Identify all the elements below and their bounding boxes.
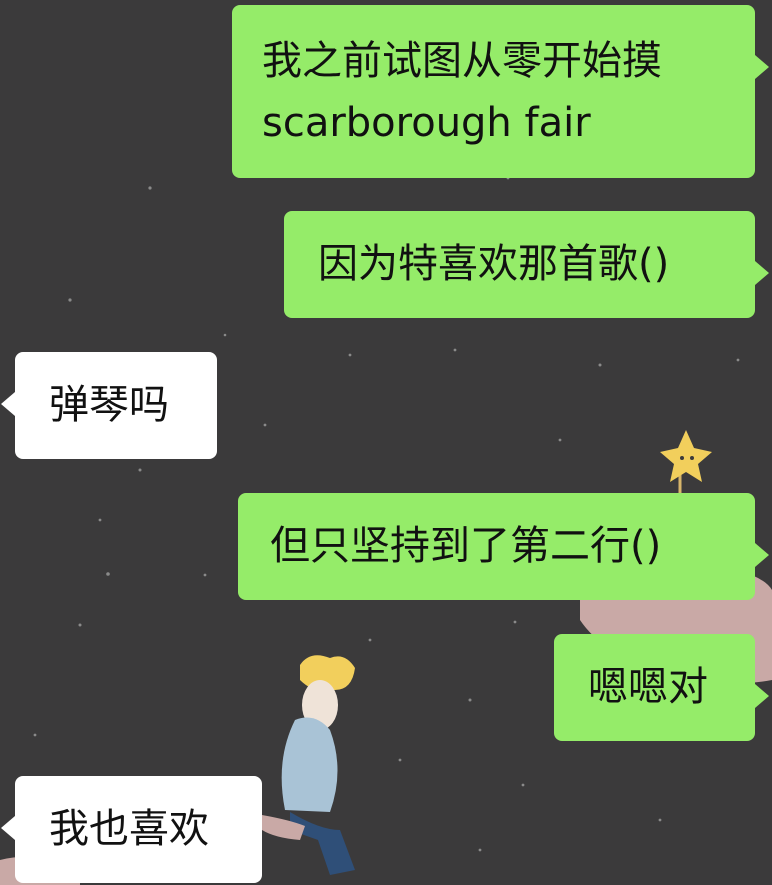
- message-text: 嗯嗯对: [588, 664, 708, 710]
- message-bubble-sent[interactable]: 因为特喜欢那首歌(): [284, 211, 769, 318]
- message-text-line: scarborough fair: [262, 100, 591, 146]
- message-text: 弹琴吗: [49, 382, 169, 428]
- message-text: 但只坚持到了第二行(): [270, 523, 662, 569]
- message-bubble-sent[interactable]: 但只坚持到了第二行(): [238, 493, 769, 600]
- message-bubble-received[interactable]: 我也喜欢: [1, 776, 262, 883]
- message-text: 因为特喜欢那首歌(): [318, 241, 670, 287]
- message-text-line: 我之前试图从零开始摸: [262, 38, 662, 84]
- message-bubble-sent[interactable]: 嗯嗯对: [554, 634, 769, 741]
- message-text: 我也喜欢: [49, 806, 209, 852]
- message-bubble-received[interactable]: 弹琴吗: [1, 352, 217, 459]
- message-bubble-sent[interactable]: 我之前试图从零开始摸 scarborough fair: [232, 5, 769, 178]
